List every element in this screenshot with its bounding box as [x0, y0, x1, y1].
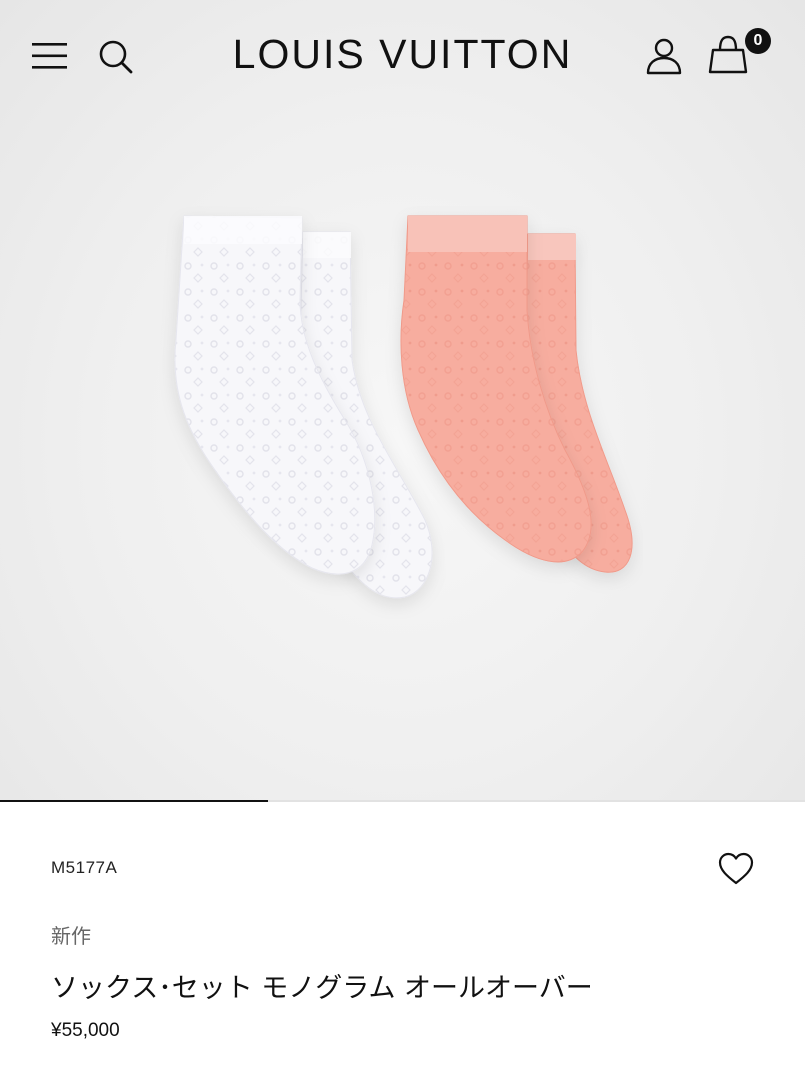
site-header: LOUIS VUITTON 0	[0, 0, 805, 112]
carousel-progress-track	[0, 800, 805, 802]
product-title: ソックス･セット モノグラム オールオーバー	[51, 973, 593, 1004]
product-image-area[interactable]: LOUIS VUITTON 0	[0, 0, 805, 802]
account-icon[interactable]	[644, 36, 684, 76]
carousel-progress-indicator	[0, 800, 269, 802]
product-image	[174, 215, 633, 599]
product-price: ¥55,000	[51, 1020, 120, 1041]
new-arrival-badge: 新作	[51, 924, 91, 948]
menu-icon[interactable]	[32, 40, 68, 72]
product-sku: M5177A	[51, 858, 118, 877]
cart-count-badge: 0	[745, 28, 771, 54]
search-icon[interactable]	[96, 37, 136, 77]
wishlist-heart-icon[interactable]	[717, 850, 755, 888]
